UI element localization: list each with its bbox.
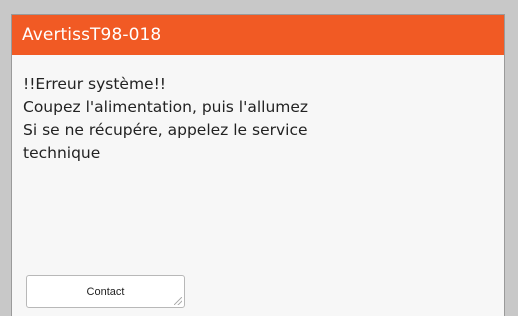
error-title-line: !!Erreur système!! <box>23 75 167 93</box>
resize-grip-icon <box>174 297 182 305</box>
error-instruction-line-3: technique <box>23 144 101 162</box>
dialog-header: AvertissT98-018 <box>12 15 504 55</box>
error-instruction-line-1: Coupez l'alimentation, puis l'allumez <box>23 98 309 116</box>
warning-dialog: AvertissT98-018 !!Erreur système!! Coupe… <box>11 14 505 316</box>
dialog-title: AvertissT98-018 <box>22 25 162 45</box>
error-message: !!Erreur système!! Coupez l'alimentation… <box>23 73 494 165</box>
contact-button-label: Contact <box>86 286 125 298</box>
error-instruction-line-2: Si se ne récupére, appelez le service <box>23 121 308 139</box>
contact-button[interactable]: Contact <box>26 275 185 308</box>
